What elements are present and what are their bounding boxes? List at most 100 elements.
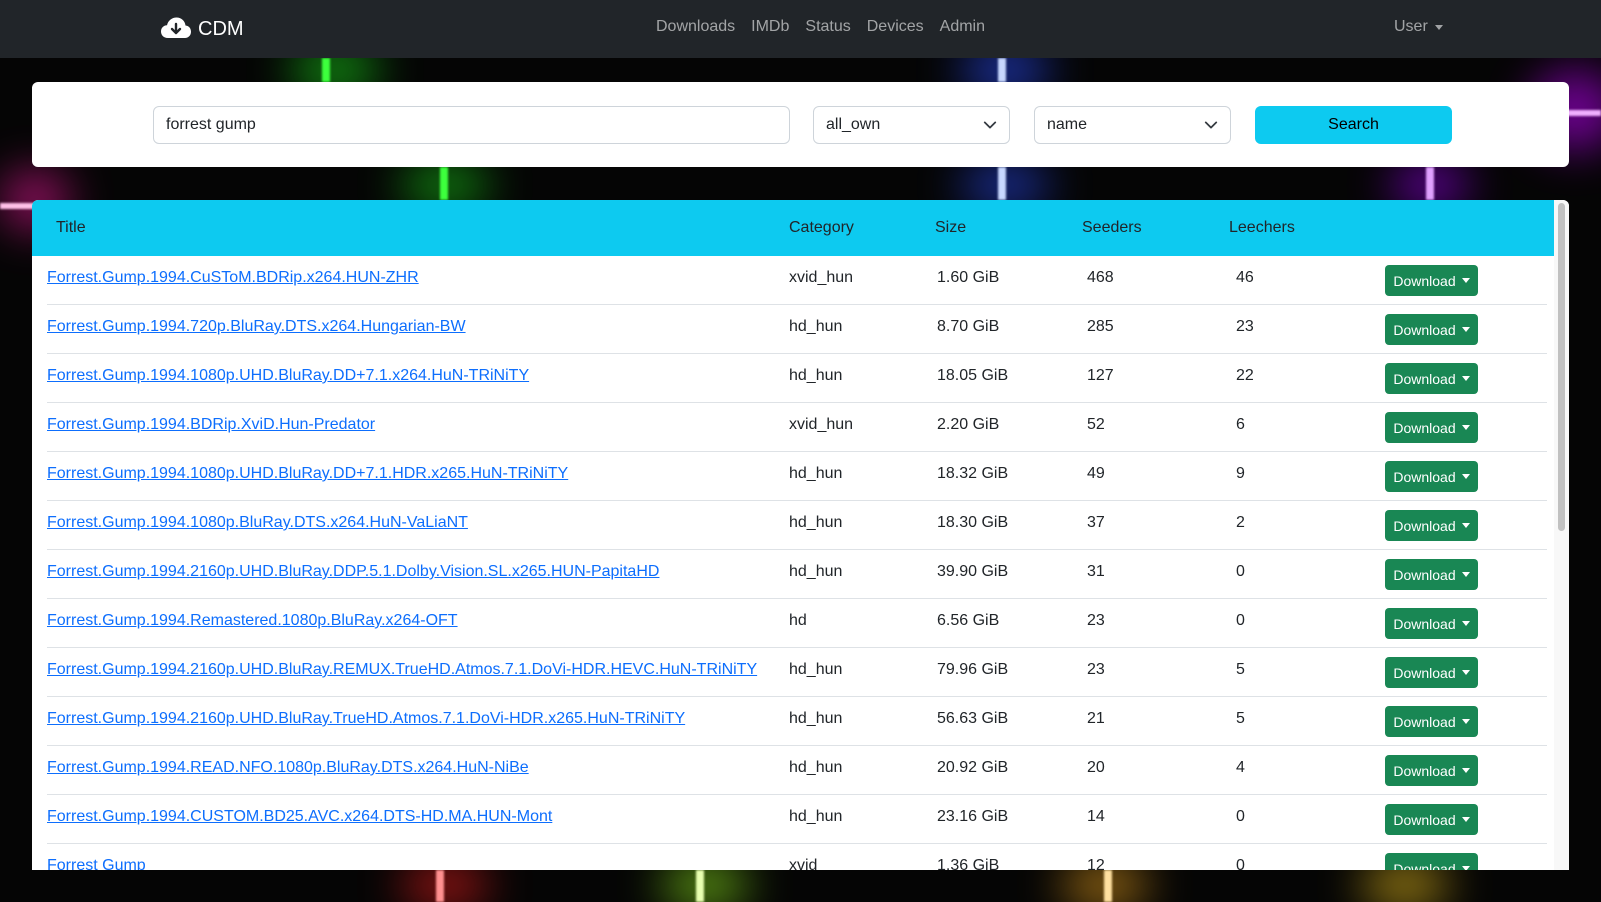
- caret-down-icon: [1434, 24, 1443, 30]
- download-dropdown-button[interactable]: Download: [1385, 853, 1478, 870]
- table-row: Forrest.Gump.1994.720p.BluRay.DTS.x264.H…: [47, 305, 1547, 354]
- download-dropdown-button[interactable]: Download: [1385, 559, 1478, 590]
- table-row: Forrest.Gump.1994.2160p.UHD.BluRay.TrueH…: [47, 697, 1547, 746]
- seeders-cell: 37: [1087, 514, 1105, 531]
- size-cell: 39.90 GiB: [937, 563, 1009, 580]
- torrent-title-link[interactable]: Forrest.Gump.1994.CuSToM.BDRip.x264.HUN-…: [47, 269, 419, 287]
- scrollbar-thumb[interactable]: [1558, 203, 1565, 531]
- brand-link[interactable]: CDM: [160, 14, 244, 44]
- download-dropdown-button[interactable]: Download: [1385, 608, 1478, 639]
- leechers-cell: 6: [1236, 416, 1245, 433]
- size-cell: 2.20 GiB: [937, 416, 1000, 433]
- category-cell: hd_hun: [789, 710, 843, 727]
- cloud-download-icon: [161, 17, 191, 38]
- caret-down-icon: [1461, 474, 1470, 479]
- category-cell: hd: [789, 612, 807, 629]
- category-cell: hd_hun: [789, 367, 843, 384]
- download-dropdown-button[interactable]: Download: [1385, 706, 1478, 737]
- category-cell: hd_hun: [789, 318, 843, 335]
- scrollbar[interactable]: [1554, 200, 1569, 870]
- torrent-title-link[interactable]: Forrest.Gump.1994.2160p.UHD.BluRay.DDP.5…: [47, 563, 659, 581]
- torrent-title-link[interactable]: Forrest Gump: [47, 857, 146, 870]
- nav-link-downloads[interactable]: Downloads: [656, 18, 735, 36]
- torrent-title-link[interactable]: Forrest.Gump.1994.2160p.UHD.BluRay.REMUX…: [47, 661, 757, 679]
- table-body: Forrest.Gump.1994.CuSToM.BDRip.x264.HUN-…: [32, 256, 1554, 870]
- seeders-cell: 20: [1087, 759, 1105, 776]
- category-cell: hd_hun: [789, 759, 843, 776]
- search-input[interactable]: [153, 106, 790, 144]
- main-nav: Downloads IMDb Status Devices Admin: [656, 18, 985, 36]
- caret-down-icon: [1461, 425, 1470, 430]
- download-dropdown-button[interactable]: Download: [1385, 265, 1478, 296]
- user-dropdown[interactable]: User: [1394, 18, 1443, 36]
- table-row: Forrest.Gump.1994.READ.NFO.1080p.BluRay.…: [47, 746, 1547, 795]
- size-cell: 23.16 GiB: [937, 808, 1009, 825]
- column-header-seeders: Seeders: [1082, 219, 1142, 236]
- search-card: all_own name Search: [32, 82, 1569, 167]
- size-cell: 18.32 GiB: [937, 465, 1009, 482]
- caret-down-icon: [1461, 376, 1470, 381]
- leechers-cell: 4: [1236, 759, 1245, 776]
- torrent-title-link[interactable]: Forrest.Gump.1994.Remastered.1080p.BluRa…: [47, 612, 458, 630]
- size-cell: 1.60 GiB: [937, 269, 1000, 286]
- torrent-title-link[interactable]: Forrest.Gump.1994.2160p.UHD.BluRay.TrueH…: [47, 710, 685, 728]
- leechers-cell: 23: [1236, 318, 1254, 335]
- download-dropdown-button[interactable]: Download: [1385, 804, 1478, 835]
- leechers-cell: 5: [1236, 661, 1245, 678]
- caret-down-icon: [1461, 768, 1470, 773]
- nav-link-devices[interactable]: Devices: [867, 18, 924, 36]
- download-dropdown-button[interactable]: Download: [1385, 461, 1478, 492]
- torrent-title-link[interactable]: Forrest.Gump.1994.720p.BluRay.DTS.x264.H…: [47, 318, 466, 336]
- table-row: Forrest.Gump.1994.1080p.UHD.BluRay.DD+7.…: [47, 452, 1547, 501]
- torrent-title-link[interactable]: Forrest.Gump.1994.1080p.BluRay.DTS.x264.…: [47, 514, 468, 532]
- torrent-title-link[interactable]: Forrest.Gump.1994.1080p.UHD.BluRay.DD+7.…: [47, 465, 568, 483]
- table-row: Forrest.Gump.1994.2160p.UHD.BluRay.DDP.5…: [47, 550, 1547, 599]
- search-button[interactable]: Search: [1255, 106, 1452, 144]
- download-dropdown-button[interactable]: Download: [1385, 657, 1478, 688]
- download-label: Download: [1393, 713, 1456, 730]
- seeders-cell: 49: [1087, 465, 1105, 482]
- category-cell: hd_hun: [789, 514, 843, 531]
- size-cell: 6.56 GiB: [937, 612, 1000, 629]
- nav-link-admin[interactable]: Admin: [940, 18, 985, 36]
- table-row: Forrest.Gump.1994.BDRip.XviD.Hun-Predato…: [47, 403, 1547, 452]
- table-row: Forrest.Gump.1994.2160p.UHD.BluRay.REMUX…: [47, 648, 1547, 697]
- seeders-cell: 127: [1087, 367, 1114, 384]
- download-dropdown-button[interactable]: Download: [1385, 314, 1478, 345]
- size-cell: 56.63 GiB: [937, 710, 1009, 727]
- nav-link-status[interactable]: Status: [805, 18, 850, 36]
- table-row: Forrest.Gump.1994.1080p.BluRay.DTS.x264.…: [47, 501, 1547, 550]
- leechers-cell: 0: [1236, 808, 1245, 825]
- download-label: Download: [1393, 860, 1456, 871]
- torrent-title-link[interactable]: Forrest.Gump.1994.1080p.UHD.BluRay.DD+7.…: [47, 367, 529, 385]
- size-cell: 79.96 GiB: [937, 661, 1009, 678]
- download-label: Download: [1393, 566, 1456, 583]
- table-row: Forrest.Gump.1994.1080p.UHD.BluRay.DD+7.…: [47, 354, 1547, 403]
- category-select[interactable]: all_own: [813, 106, 1010, 144]
- nav-link-imdb[interactable]: IMDb: [751, 18, 789, 36]
- size-cell: 18.30 GiB: [937, 514, 1009, 531]
- seeders-cell: 31: [1087, 563, 1105, 580]
- torrent-title-link[interactable]: Forrest.Gump.1994.BDRip.XviD.Hun-Predato…: [47, 416, 375, 434]
- torrent-title-link[interactable]: Forrest.Gump.1994.READ.NFO.1080p.BluRay.…: [47, 759, 529, 777]
- seeders-cell: 12: [1087, 857, 1105, 870]
- column-header-size: Size: [935, 219, 967, 236]
- download-dropdown-button[interactable]: Download: [1385, 363, 1478, 394]
- seeders-cell: 14: [1087, 808, 1105, 825]
- category-cell: xvid_hun: [789, 416, 854, 433]
- leechers-cell: 9: [1236, 465, 1245, 482]
- download-label: Download: [1393, 468, 1456, 485]
- download-dropdown-button[interactable]: Download: [1385, 755, 1478, 786]
- sort-select-value: name: [1047, 116, 1088, 133]
- download-label: Download: [1393, 811, 1456, 828]
- category-cell: hd_hun: [789, 563, 843, 580]
- download-dropdown-button[interactable]: Download: [1385, 510, 1478, 541]
- torrent-title-link[interactable]: Forrest.Gump.1994.CUSTOM.BD25.AVC.x264.D…: [47, 808, 552, 826]
- caret-down-icon: [1461, 572, 1470, 577]
- table-header: Title Category Size Seeders Leechers: [32, 200, 1554, 256]
- sort-select[interactable]: name: [1034, 106, 1231, 144]
- category-select-value: all_own: [826, 116, 881, 133]
- size-cell: 8.70 GiB: [937, 318, 1000, 335]
- download-dropdown-button[interactable]: Download: [1385, 412, 1478, 443]
- table-row: Forrest.Gump.1994.CUSTOM.BD25.AVC.x264.D…: [47, 795, 1547, 844]
